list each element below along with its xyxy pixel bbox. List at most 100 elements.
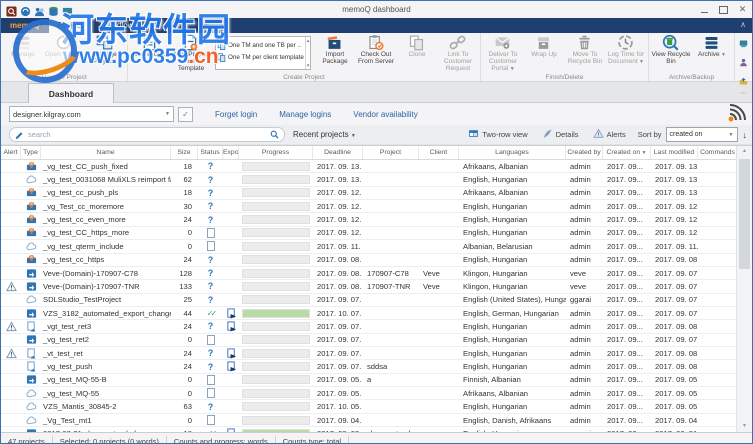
column-header-deadline[interactable]: Deadline [313, 146, 363, 159]
monitor-icon[interactable] [739, 35, 748, 53]
project-name: _vt_test_ret [43, 348, 83, 358]
template-item[interactable]: One TM and one TB per .. [217, 39, 304, 51]
archive-icon [703, 34, 721, 51]
alert-icon [1, 347, 21, 359]
table-row[interactable]: Veve-(Domain)-170907-TNR 133? 2017. 09. 08… [1, 280, 736, 294]
ribbon-tab-memoq[interactable]: memoQ [1, 18, 49, 33]
table-row[interactable]: _vg_test_CC_push_fixed 18? 2017. 09. 13. Af… [1, 160, 736, 174]
ribbon-tab-project[interactable]: Project [48, 18, 92, 33]
template-item[interactable]: One TM per client template [217, 51, 304, 63]
template-listbox[interactable]: One TM and one TB per .. One TM per clien… [215, 36, 311, 70]
export-icon [223, 360, 239, 372]
table-row[interactable]: _vg_test_MQ-55-B 0 2017. 09. 05. a Finnish, … [1, 374, 736, 388]
table-row[interactable]: Veve-(Domain)-170907-C78 128? 2017. 09. 08… [1, 267, 736, 281]
log-time-for-document-button[interactable]: Log Time for Document ▼ [606, 34, 646, 66]
column-header-status[interactable]: Status [198, 146, 223, 159]
recent-projects-dropdown[interactable]: Recent projects ▼ [293, 130, 356, 139]
wrap-up-button[interactable]: Wrap Up [524, 34, 564, 58]
status-question-icon: ? [207, 187, 214, 198]
server-combobox[interactable]: designer.kilgray.com ▼ [9, 106, 174, 122]
table-row[interactable]: _vg_test_cc_push_pls 18? 2017. 09. 12. Afri… [1, 187, 736, 201]
table-row[interactable]: 2017-08-31-change_track_hun18✓✓2017. 09.… [1, 427, 736, 432]
manage-button[interactable]: Manage [3, 34, 43, 58]
cloud-project-icon [21, 240, 41, 252]
scroll-down-icon[interactable]: ▼ [737, 421, 752, 432]
column-header-type[interactable]: Type [21, 146, 41, 159]
overflow-dots[interactable]: ⋯ [740, 90, 747, 97]
table-row[interactable]: _vg_test_push 24? 2017. 09. 07. sddsa Englis… [1, 360, 736, 374]
table-row[interactable]: _vg_test_ret2 0 2017. 09. 07. English, Hung… [1, 334, 736, 348]
table-row[interactable]: _Vg_Test_mt1 0 2017. 09. 04. English, Danis… [1, 414, 736, 428]
link-to-customer-request-button[interactable]: Link To Customer Request [438, 34, 478, 72]
docarrow-project-icon [21, 347, 41, 359]
maximize-button[interactable] [714, 2, 733, 17]
new-project-from-template-button[interactable]: New Project From Template [171, 34, 211, 72]
progress-bar [242, 375, 310, 385]
sort-direction-button[interactable]: ↓ [743, 130, 748, 140]
clone-button[interactable]: Clone [397, 34, 437, 58]
table-row[interactable]: _vg_test_qterm_include 0 2017. 09. 11. Alba… [1, 240, 736, 254]
two-row-view-button[interactable]: Two-row view [468, 128, 528, 141]
column-header-export[interactable]: Export [223, 146, 239, 159]
export-icon [223, 347, 239, 359]
ribbon-tab-workflow[interactable]: Workflow [92, 18, 143, 33]
column-header-created-on[interactable]: Created on ▼ [603, 146, 651, 159]
table-row[interactable]: _vg_test_CC_https_more 0 2017. 09. 12. Engl… [1, 227, 736, 241]
project-name: _vgt_test_ret3 [43, 321, 92, 331]
manage-projects-button[interactable]: Manage Projects [85, 34, 125, 65]
column-header-languages[interactable]: Languages [459, 146, 566, 159]
table-row[interactable]: VZS_Mantis_30845-2 63? 2017. 10. 05. Englis… [1, 400, 736, 414]
move-to-recycle-bin-button[interactable]: Move To Recycle Bin [565, 34, 605, 65]
deliver-to-customer-portal-button[interactable]: Deliver To Customer Portal ▼ [483, 34, 523, 73]
column-header-created-by[interactable]: Created by [566, 146, 603, 159]
connect-check-button[interactable]: ✓ [178, 106, 193, 122]
column-header-project[interactable]: Project [363, 146, 419, 159]
minimize-button[interactable] [695, 2, 714, 17]
open-recent-button[interactable]: Open Recent [44, 34, 84, 58]
scrollbar-thumb[interactable] [739, 159, 750, 269]
table-row[interactable]: _vg_test_0031068 MuliXLS reimport fails 6… [1, 173, 736, 187]
vertical-scrollbar[interactable]: ▲ ▼ [736, 146, 752, 432]
import-package-button[interactable]: Import Package [315, 34, 355, 65]
column-header-commands[interactable]: Commands [698, 146, 738, 159]
link-vendor-availability[interactable]: Vendor availability [353, 110, 417, 119]
progress-bar [242, 188, 310, 198]
user-icon[interactable] [739, 54, 748, 72]
search-input[interactable]: search [9, 127, 285, 142]
table-row[interactable]: _vg_Test_cc_moremore 30? 2017. 09. 12. Engl… [1, 200, 736, 214]
column-header-client[interactable]: Client [419, 146, 459, 159]
table-row[interactable]: _vt_test_ret 24? 2017. 09. 07. English, Hun… [1, 347, 736, 361]
close-button[interactable]: ✕ [733, 2, 752, 17]
check-out-from-server-button[interactable]: Check Out From Server [356, 34, 396, 65]
scroll-up-icon[interactable]: ▲ [737, 146, 752, 157]
alerts-button[interactable]: Alerts [592, 128, 626, 141]
column-header-last-modified[interactable]: Last modified [651, 146, 698, 159]
column-header-size[interactable]: Size [171, 146, 198, 159]
ribbon-collapse-icon[interactable]: ∧ [740, 20, 746, 29]
export-folder-icon[interactable] [739, 73, 748, 91]
alert-triangle-icon [592, 128, 604, 141]
progress-bar [242, 388, 310, 398]
view-recycle-bin-button[interactable]: View Recycle Bin [651, 34, 691, 65]
table-row[interactable]: _vg_test_cc_https 24? 2017. 09. 08. English… [1, 254, 736, 267]
link-manage-logins[interactable]: Manage logins [279, 110, 331, 119]
package-project-icon [21, 307, 41, 319]
column-header-progress[interactable]: Progress [239, 146, 313, 159]
table-row[interactable]: _vg_test_cc_even_more 24? 2017. 09. 12. Eng… [1, 213, 736, 227]
archive-button[interactable]: Archive ▼ [692, 34, 732, 59]
link-forget-login[interactable]: Forget login [215, 110, 257, 119]
table-row[interactable]: _vg_test_MQ-55 0 2017. 09. 05. Afrikaans, A… [1, 387, 736, 401]
docarrow-project-icon [21, 360, 41, 372]
column-header-alert[interactable]: Alert [1, 146, 21, 159]
column-header-name[interactable]: Name [41, 146, 171, 159]
table-row[interactable]: VZS_3182_automated_export_change_t...44✓… [1, 307, 736, 321]
new-project-button[interactable]: New Project [130, 34, 170, 58]
table-row[interactable]: SDLStudio_TestProject 25? 2017. 09. 07. Eng… [1, 294, 736, 307]
search-icon[interactable] [270, 126, 279, 144]
listbox-spinner[interactable]: ▲ ▼ [304, 37, 310, 69]
table-row[interactable]: _vgt_test_ret3 24? 2017. 09. 07. English, H… [1, 320, 736, 334]
details-button[interactable]: Details [542, 128, 579, 141]
status-question-icon: ? [207, 268, 214, 279]
tab-dashboard[interactable]: Dashboard [28, 83, 114, 103]
sort-combobox[interactable]: created on ▼ [665, 127, 738, 142]
